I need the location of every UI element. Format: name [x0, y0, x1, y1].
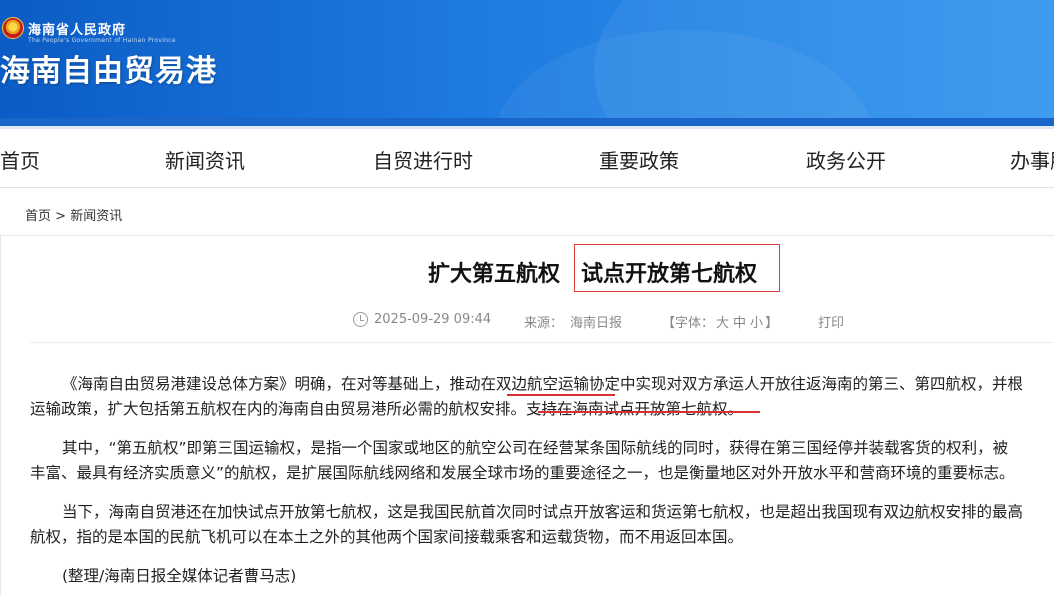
- source-label: 来源：: [524, 316, 564, 331]
- breadcrumb-home-link[interactable]: 首页: [25, 209, 51, 224]
- publish-date: 2025-09-29 09:44: [374, 312, 492, 327]
- article-title: 扩大第五航权 试点开放第七航权: [0, 244, 1054, 292]
- breadcrumb-news-link[interactable]: 新闻资讯: [70, 209, 122, 224]
- nav-item-gov-affairs[interactable]: 政务公开: [806, 145, 886, 174]
- nav-item-ftz-progress[interactable]: 自贸进行时: [373, 145, 473, 174]
- font-size-close: 】: [765, 316, 779, 331]
- nav-item-home[interactable]: 首页: [0, 145, 40, 174]
- font-size-label: 【字体：: [662, 316, 715, 331]
- nav-item-services[interactable]: 办事服: [1010, 145, 1054, 174]
- paragraph-2-line-2: 丰富、最具有经济实质意义”的航权，是扩展国际航线网络和发展全球市场的重要途径之一…: [30, 464, 1015, 482]
- article-title-part2-highlighted: 试点开放第七航权: [574, 244, 780, 292]
- breadcrumb-separator: >: [55, 209, 67, 224]
- paragraph-credit: (整理/海南日报全媒体记者曹马志): [62, 567, 297, 585]
- article-title-part1: 扩大第五航权: [428, 262, 561, 287]
- font-size-large-button[interactable]: 大: [716, 316, 729, 331]
- print-button[interactable]: 打印: [818, 312, 844, 331]
- site-title[interactable]: 海南自由贸易港: [0, 46, 217, 90]
- font-size-control: 【字体：大中小】: [662, 312, 778, 331]
- paragraph-3-line-1: 当下，海南自贸港还在加快试点开放第七航权，这是我国民航首次同时试点开放客运和货运…: [62, 503, 1024, 521]
- paragraph-3-line-2: 航权，指的是本国的民航飞机可以在本土之外的其他两个国家间接载乘客和运载货物，而不…: [30, 528, 744, 546]
- clock-icon: [353, 312, 368, 327]
- header-stripe: [0, 118, 1054, 126]
- meta-divider: [30, 342, 1054, 343]
- font-size-medium-button[interactable]: 中: [733, 316, 746, 331]
- gov-name-english: The People's Government of Hainan Provin…: [28, 37, 176, 44]
- article-meta: 2025-09-29 09:44 来源： 海南日报 【字体：大中小】 打印: [0, 311, 1054, 331]
- red-underline-annotation: [538, 411, 760, 413]
- nav-item-policies[interactable]: 重要政策: [599, 145, 679, 174]
- site-header: 海南省人民政府 The People's Government of Haina…: [0, 0, 1054, 118]
- nav-item-news[interactable]: 新闻资讯: [165, 145, 245, 174]
- source-name: 海南日报: [570, 316, 623, 331]
- paragraph-2-line-1: 其中，“第五航权”即第三国运输权，是指一个国家或地区的航空公司在经营某条国际航线…: [62, 439, 1009, 457]
- nav-divider: [0, 187, 1054, 188]
- national-emblem-icon: [2, 17, 24, 39]
- red-underline-annotation: [507, 394, 615, 396]
- breadcrumb: 首页 > 新闻资讯: [25, 205, 122, 224]
- main-nav: 首页 新闻资讯 自贸进行时 重要政策 政务公开 办事服: [0, 129, 1054, 187]
- paragraph-1-line-2: 运输政策，扩大包括第五航权在内的海南自由贸易港所必需的航权安排。支持在海南试点开…: [30, 400, 744, 418]
- gov-name: 海南省人民政府: [28, 23, 127, 38]
- font-size-small-button[interactable]: 小: [750, 316, 763, 331]
